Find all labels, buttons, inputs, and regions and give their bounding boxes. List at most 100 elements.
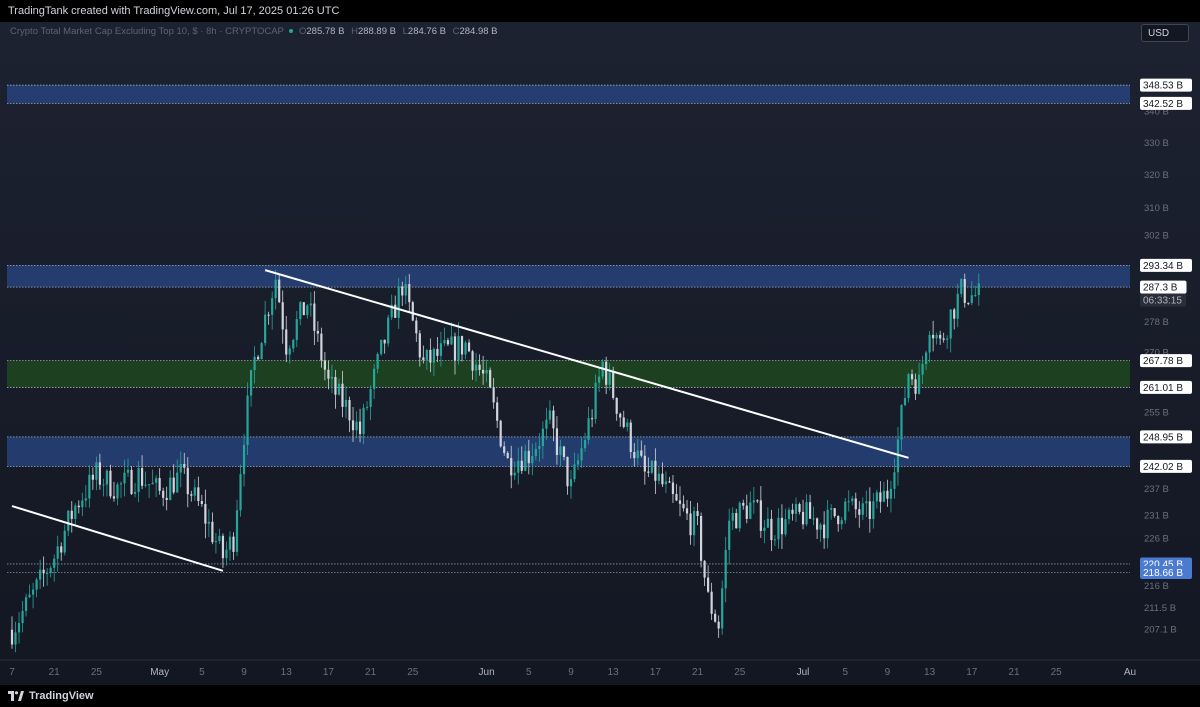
candle-body xyxy=(446,340,450,345)
level-label[interactable]: 248.95 B xyxy=(1143,432,1183,443)
candle-body xyxy=(777,517,780,540)
candle-body xyxy=(605,361,608,385)
candle-body xyxy=(207,521,210,524)
candle-body xyxy=(74,505,77,519)
time-tick-label: 5 xyxy=(526,667,532,678)
candle-body xyxy=(858,509,861,515)
currency-button[interactable]: USD xyxy=(1141,24,1189,42)
candle-body xyxy=(130,469,133,494)
time-tick-label: 17 xyxy=(650,667,662,678)
price-tick-label: 302 B xyxy=(1144,230,1169,241)
candle-body xyxy=(731,513,734,521)
candle-body xyxy=(742,502,745,506)
candle-body xyxy=(924,352,928,365)
candle-body xyxy=(819,524,822,530)
time-tick-label: May xyxy=(150,667,169,678)
candle-body xyxy=(144,484,147,486)
candle-body xyxy=(808,502,812,519)
price-tick-label: 278 B xyxy=(1144,317,1169,328)
candle-body xyxy=(373,368,376,389)
candle-body xyxy=(460,336,464,355)
candle-body xyxy=(155,478,158,483)
candle-body xyxy=(489,370,492,388)
candle-body xyxy=(826,509,829,539)
candle-body xyxy=(394,304,397,318)
price-chart[interactable]: 340 B 330 B 320 B 310 B 302 B 278 B 270 B 255 B… xyxy=(0,22,1200,685)
candle-body xyxy=(281,302,284,330)
candle-body xyxy=(453,336,457,361)
candle-body xyxy=(358,421,362,435)
candle-body xyxy=(587,418,590,441)
candle-body xyxy=(253,356,256,371)
candle-body xyxy=(559,446,562,455)
level-label[interactable]: 287.3 B xyxy=(1143,283,1178,294)
candle-body xyxy=(527,450,530,464)
candle-body xyxy=(752,500,755,503)
candle-body xyxy=(791,509,794,514)
candle-body xyxy=(35,579,38,590)
chart-canvas[interactable]: 340 B330 B320 B310 B302 B278 B270 B255 B… xyxy=(0,22,1200,685)
candle-body xyxy=(513,472,516,476)
tradingview-logo[interactable]: TradingView xyxy=(8,689,94,703)
candle-body xyxy=(749,502,752,519)
level-label[interactable]: 293.34 B xyxy=(1143,261,1183,272)
level-label[interactable]: 342.52 B xyxy=(1143,99,1183,110)
candle-body xyxy=(418,333,421,358)
time-tick-label: 25 xyxy=(1051,667,1063,678)
candle-body xyxy=(974,295,977,297)
candle-body xyxy=(39,569,42,580)
candle-body xyxy=(914,379,917,394)
candle-body xyxy=(401,286,404,296)
level-label[interactable]: 348.53 B xyxy=(1143,81,1183,92)
candle-body xyxy=(787,509,791,520)
candle-body xyxy=(457,336,460,361)
candle-body xyxy=(766,518,769,528)
candle-body xyxy=(872,501,875,519)
level-label[interactable]: 261.01 B xyxy=(1143,383,1183,394)
price-tick-label: 207.1 B xyxy=(1144,625,1177,636)
level-label[interactable]: 218.66 B xyxy=(1143,568,1183,579)
level-label[interactable]: 267.78 B xyxy=(1143,356,1183,367)
candle-body xyxy=(903,398,907,406)
candle-body xyxy=(939,334,942,339)
level-label[interactable]: 242.02 B xyxy=(1143,462,1183,473)
candle-body xyxy=(900,405,903,440)
candle-body xyxy=(699,515,703,561)
candle-body xyxy=(137,468,140,492)
candle-body xyxy=(756,500,759,502)
chart-background xyxy=(0,22,1200,685)
candle-body xyxy=(657,473,660,481)
candle-body xyxy=(116,484,119,499)
candle-body xyxy=(917,374,921,394)
candle-body xyxy=(91,474,94,480)
candle-body xyxy=(685,508,689,514)
candle-body xyxy=(573,464,576,480)
candle-body xyxy=(334,376,337,395)
candle-body xyxy=(404,284,407,296)
time-tick-label: 25 xyxy=(91,667,103,678)
candle-body xyxy=(612,372,615,398)
candle-body xyxy=(692,511,696,536)
candle-body xyxy=(232,536,235,552)
time-tick-label: 7 xyxy=(9,667,15,678)
time-tick-label: 21 xyxy=(692,667,704,678)
time-tick-label: 21 xyxy=(49,667,61,678)
candle-body xyxy=(193,487,196,496)
candle-body xyxy=(580,448,583,461)
candle-body xyxy=(868,501,871,519)
candle-body xyxy=(218,535,221,542)
candle-body xyxy=(112,496,116,499)
candle-body xyxy=(56,546,59,559)
time-tick-label: 5 xyxy=(842,667,848,678)
candle-body xyxy=(728,520,731,550)
candle-body xyxy=(239,474,242,511)
candle-body xyxy=(105,470,109,485)
candle-body xyxy=(847,501,850,503)
tradingview-logo-text: TradingView xyxy=(29,690,94,702)
support-zone-green xyxy=(7,360,1130,388)
candle-body xyxy=(794,504,798,514)
price-tick-label: 216 B xyxy=(1144,581,1169,592)
candle-body xyxy=(242,444,246,475)
candle-body xyxy=(299,302,302,320)
candle-body xyxy=(119,483,123,485)
